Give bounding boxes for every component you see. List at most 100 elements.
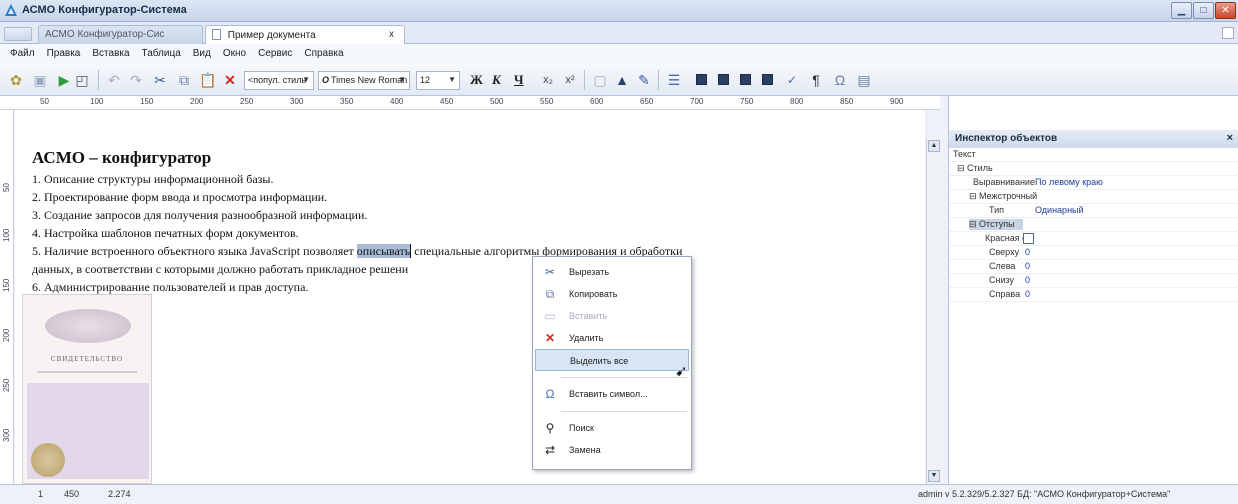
vruler-label: 200 <box>2 328 11 342</box>
certificate-title: СВИДЕТЕЛЬСТВО <box>50 355 124 363</box>
font-size-combo[interactable]: 12 ▼ <box>416 71 460 90</box>
paste-icon[interactable]: 📋 <box>198 70 218 90</box>
document-heading: АСМО – конфигуратор <box>32 148 212 167</box>
superscript-icon[interactable]: x² <box>560 70 580 90</box>
run-icon[interactable]: ▶ <box>54 70 74 90</box>
spellcheck-icon[interactable]: ✓ <box>782 70 802 90</box>
underline-button[interactable]: Ч <box>514 72 524 88</box>
menu-file[interactable]: Файл <box>4 44 41 64</box>
ctx-select-all[interactable]: Выделить все <box>535 349 689 371</box>
prop-row-align[interactable]: Выравнивание По левому краю <box>949 176 1238 190</box>
ctx-cut[interactable]: ✂ Вырезать <box>535 261 689 283</box>
tab-list-button[interactable] <box>1222 27 1234 39</box>
maximize-button[interactable]: □ <box>1193 2 1214 19</box>
tab-document[interactable]: Пример документа x <box>205 25 405 44</box>
insert-image-icon[interactable]: ▤ <box>854 70 874 90</box>
menu-bar: Файл Правка Вставка Таблица Вид Окно Сер… <box>0 44 1238 64</box>
window-controls: ▁ □ ✕ <box>1171 2 1236 19</box>
prop-name: Красная с <box>985 233 1027 243</box>
ctx-replace[interactable]: ⇄ Замена <box>535 439 689 461</box>
title-bar: АСМО Конфигуратор-Система ▁ □ ✕ <box>0 0 1238 22</box>
italic-button[interactable]: К <box>492 72 501 88</box>
prop-name: Сверху <box>989 247 1020 257</box>
scroll-down-icon[interactable]: ▼ <box>928 470 940 482</box>
special-chars-icon[interactable]: Ω <box>830 70 850 90</box>
style-combo[interactable]: <попул. стиль ▼ <box>244 71 314 90</box>
ctx-insert-symbol[interactable]: Ω Вставить символ... <box>535 383 689 405</box>
copy-icon[interactable]: ⧉ <box>174 70 194 90</box>
paragraph-mark-icon[interactable]: ¶ <box>806 70 826 90</box>
align-center-icon[interactable] <box>718 74 729 85</box>
first-line-checkbox[interactable] <box>1023 233 1034 244</box>
undo-icon[interactable]: ↶ <box>104 70 124 90</box>
ruler-label: 500 <box>490 97 504 106</box>
prop-value[interactable]: По левому краю <box>1035 177 1103 187</box>
ctx-delete[interactable]: ✕ Удалить <box>535 327 689 349</box>
document-editor[interactable]: АСМО – конфигуратор 1. Описание структур… <box>15 110 925 484</box>
menu-table[interactable]: Таблица <box>136 44 187 64</box>
scroll-up-icon[interactable]: ▲ <box>928 140 940 152</box>
settings-puzzle-icon[interactable]: ✿ <box>6 70 26 90</box>
ctx-find[interactable]: ⚲ Поиск <box>535 417 689 439</box>
prop-value[interactable]: Одинарный <box>1035 205 1084 215</box>
prop-value[interactable]: 0 <box>1025 261 1030 271</box>
cut-icon[interactable]: ✂ <box>150 70 170 90</box>
toolbar-separator <box>658 70 659 90</box>
align-right-icon[interactable] <box>740 74 751 85</box>
prop-row-right[interactable]: Справа 0 <box>949 288 1238 302</box>
prop-row-top[interactable]: Сверху 0 <box>949 246 1238 260</box>
list-icon[interactable]: ☰ <box>664 70 684 90</box>
close-window-button[interactable]: ✕ <box>1215 2 1236 19</box>
menu-service[interactable]: Сервис <box>252 44 298 64</box>
ctx-paste-label: Вставить <box>569 311 608 321</box>
menu-insert[interactable]: Вставка <box>86 44 135 64</box>
prop-row-spacing[interactable]: ⊟ Межстрочный <box>949 190 1238 204</box>
ruler-label: 150 <box>140 97 154 106</box>
border-icon[interactable]: ▢ <box>590 70 610 90</box>
prop-row-type[interactable]: Тип Одинарный <box>949 204 1238 218</box>
subscript-icon[interactable]: x₂ <box>538 70 558 90</box>
align-left-icon[interactable] <box>696 74 707 85</box>
text-color-icon[interactable]: ▲ <box>612 70 632 90</box>
font-size-value: 12 <box>420 75 431 85</box>
ruler-label: 550 <box>540 97 554 106</box>
document-line: 3. Создание запросов для получения разно… <box>32 208 368 222</box>
ctx-paste[interactable]: ▭ Вставить <box>535 305 689 327</box>
inspector-close-icon[interactable]: × <box>1227 132 1233 144</box>
prop-row-bottom[interactable]: Снизу 0 <box>949 274 1238 288</box>
tab-nav-button[interactable] <box>4 27 32 41</box>
menu-window[interactable]: Окно <box>217 44 252 64</box>
align-justify-icon[interactable] <box>762 74 773 85</box>
tab-system-label: АСМО Конфигуратор-Сис <box>45 29 165 40</box>
prop-row-first-line[interactable]: Красная с <box>949 232 1238 246</box>
font-combo[interactable]: O Times New Roman ▼ <box>318 71 410 90</box>
toolbar: ✿ ▣ ▶ ◰ ↶ ↷ ✂ ⧉ 📋 ✕ <попул. стиль ▼ O Time… <box>0 64 1238 96</box>
menu-edit[interactable]: Правка <box>41 44 87 64</box>
ruler-label: 900 <box>890 97 904 106</box>
redo-icon[interactable]: ↷ <box>126 70 146 90</box>
debug-icon[interactable]: ◰ <box>72 70 92 90</box>
document-scrollbar[interactable]: ▲ ▼ <box>926 138 940 484</box>
vruler-label: 150 <box>2 278 11 292</box>
prop-row-left[interactable]: Слева 0 <box>949 260 1238 274</box>
minimize-button[interactable]: ▁ <box>1171 2 1192 19</box>
prop-value[interactable]: 0 <box>1025 289 1030 299</box>
document-line: 1. Описание структуры информационной баз… <box>32 172 274 186</box>
document-line: 2. Проектирование форм ввода и просмотра… <box>32 190 328 204</box>
tab-system[interactable]: АСМО Конфигуратор-Сис <box>38 25 203 44</box>
prop-row-style[interactable]: ⊟ Стиль <box>949 162 1238 176</box>
status-position: 2.274 <box>108 489 131 499</box>
menu-help[interactable]: Справка <box>298 44 349 64</box>
prop-row-text[interactable]: Текст <box>949 148 1238 162</box>
tab-close-icon[interactable]: x <box>389 29 394 40</box>
bold-button[interactable]: Ж <box>470 72 483 88</box>
prop-value[interactable]: 0 <box>1025 275 1030 285</box>
prop-value[interactable]: 0 <box>1025 247 1030 257</box>
prop-row-indents[interactable]: ⊟ Отступы <box>949 218 1238 232</box>
delete-icon[interactable]: ✕ <box>220 70 240 90</box>
save-icon[interactable]: ▣ <box>30 70 50 90</box>
ctx-copy[interactable]: ⧉ Копировать <box>535 283 689 305</box>
highlight-icon[interactable]: ✎ <box>634 70 654 90</box>
certificate-emblem-icon <box>45 309 131 343</box>
menu-view[interactable]: Вид <box>187 44 217 64</box>
